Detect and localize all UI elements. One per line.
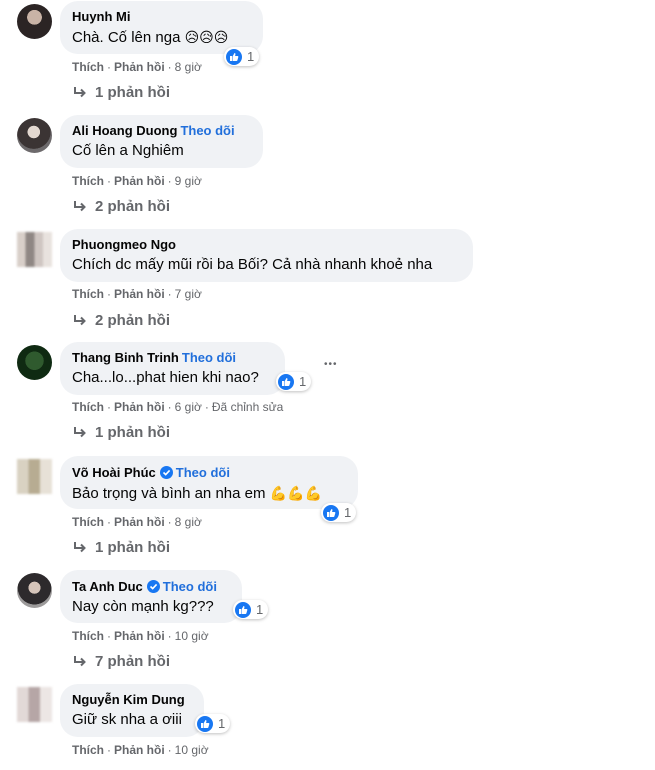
avatar[interactable] (17, 118, 52, 153)
comment-actions: Thích · Phản hồi · 8 giờ (72, 60, 202, 74)
like-icon (323, 504, 339, 521)
timestamp[interactable]: 8 giờ (175, 60, 202, 74)
comment-text: Cố lên a Nghiêm (72, 142, 184, 159)
more-options-icon[interactable]: ••• (324, 359, 338, 370)
like-icon (278, 373, 294, 390)
like-count: 1 (218, 716, 226, 731)
commenter-name[interactable]: Thang Binh Trinh (72, 350, 179, 365)
commenter-name[interactable]: Phuongmeo Ngo (72, 237, 176, 252)
view-replies[interactable]: 1 phản hồi (72, 424, 170, 441)
like-count: 1 (344, 505, 352, 520)
comment-actions: Thích · Phản hồi · 9 giờ (72, 174, 202, 188)
follow-button[interactable]: Theo dõi (180, 123, 234, 138)
edited-label: Đã chỉnh sửa (211, 400, 284, 414)
reply-arrow-icon (74, 200, 86, 211)
like-count: 1 (247, 49, 255, 64)
reaction-count[interactable]: 1 (233, 600, 269, 619)
comment-actions: Thích · Phản hồi · 6 giờ · Đã chỉnh sửa (72, 400, 284, 414)
follow-button[interactable]: Theo dõi (163, 579, 217, 594)
comment-text: Nay còn mạnh kg??? (72, 598, 214, 615)
comment-actions: Thích · Phản hồi · 10 giờ (72, 629, 209, 643)
like-button[interactable]: Thích (72, 629, 104, 643)
comment-bubble: Phuongmeo Ngo Chích dc mấy mũi rồi ba Bố… (60, 229, 473, 282)
comment-actions: Thích · Phản hồi · 8 giờ (72, 515, 202, 529)
reply-button[interactable]: Phản hồi (114, 174, 165, 188)
comment-text: Cha...lo...phat hien khi nao? (72, 369, 259, 386)
timestamp[interactable]: 7 giờ (175, 287, 202, 301)
timestamp[interactable]: 9 giờ (175, 174, 202, 188)
like-button[interactable]: Thích (72, 515, 104, 529)
commenter-name[interactable]: Ali Hoang Duong (72, 123, 177, 138)
replies-count: 1 phản hồi (95, 84, 170, 101)
reaction-count[interactable]: 1 (195, 714, 231, 733)
reply-arrow-icon (74, 314, 86, 325)
timestamp[interactable]: 10 giờ (175, 743, 209, 757)
avatar[interactable] (17, 573, 52, 608)
comment-text: Bảo trọng và bình an nha em (72, 485, 266, 502)
comment-bubble: Nguyễn Kim Dung Giữ sk nha a ơiii (60, 684, 204, 737)
like-count: 1 (256, 602, 264, 617)
commenter-name[interactable]: Võ Hoài Phúc (72, 465, 156, 480)
commenter-name[interactable]: Huynh Mi (72, 9, 131, 24)
reply-button[interactable]: Phản hồi (114, 400, 165, 414)
avatar[interactable] (17, 4, 52, 39)
like-button[interactable]: Thích (72, 174, 104, 188)
follow-button[interactable]: Theo dõi (182, 350, 236, 365)
view-replies[interactable]: 7 phản hồi (72, 653, 170, 670)
comment-actions: Thích · Phản hồi · 7 giờ (72, 287, 202, 301)
replies-count: 2 phản hồi (95, 312, 170, 329)
reaction-count[interactable]: 1 (276, 372, 312, 391)
view-replies[interactable]: 2 phản hồi (72, 198, 170, 215)
like-icon (226, 48, 242, 65)
replies-count: 2 phản hồi (95, 198, 170, 215)
reply-button[interactable]: Phản hồi (114, 287, 165, 301)
replies-count: 1 phản hồi (95, 424, 170, 441)
commenter-name[interactable]: Nguyễn Kim Dung (72, 692, 185, 707)
replies-count: 1 phản hồi (95, 539, 170, 556)
comment-text: Giữ sk nha a ơiii (72, 711, 182, 728)
avatar[interactable] (17, 345, 52, 380)
reply-button[interactable]: Phản hồi (114, 629, 165, 643)
commenter-name[interactable]: Ta Anh Duc (72, 579, 143, 594)
like-button[interactable]: Thích (72, 400, 104, 414)
avatar[interactable] (17, 459, 52, 494)
emoji: 💪💪💪 (269, 485, 322, 501)
like-button[interactable]: Thích (72, 287, 104, 301)
comment-text: Chích dc mấy mũi rồi ba Bối? Cả nhà nhan… (72, 256, 433, 273)
comment-bubble: Ali Hoang Duong Theo dõi Cố lên a Nghiêm (60, 115, 263, 168)
timestamp[interactable]: 6 giờ (175, 400, 202, 414)
reply-button[interactable]: Phản hồi (114, 515, 165, 529)
verified-badge-icon (159, 466, 173, 479)
view-replies[interactable]: 1 phản hồi (72, 84, 170, 101)
emoji: 😥😥😥 (184, 29, 229, 45)
comment-actions: Thích · Phản hồi · 10 giờ (72, 743, 209, 757)
replies-count: 7 phản hồi (95, 653, 170, 670)
view-replies[interactable]: 2 phản hồi (72, 312, 170, 329)
follow-button[interactable]: Theo dõi (176, 465, 230, 480)
timestamp[interactable]: 10 giờ (175, 629, 209, 643)
reaction-count[interactable]: 1 (224, 47, 260, 66)
reply-button[interactable]: Phản hồi (114, 743, 165, 757)
verified-badge-icon (146, 580, 160, 593)
like-count: 1 (299, 374, 307, 389)
reply-arrow-icon (74, 426, 86, 437)
like-button[interactable]: Thích (72, 60, 104, 74)
view-replies[interactable]: 1 phản hồi (72, 539, 170, 556)
comment-bubble: Thang Binh Trinh Theo dõi Cha...lo...phat… (60, 342, 285, 395)
comment-bubble: Võ Hoài Phúc Theo dõi Bảo trọng và bình a… (60, 456, 358, 509)
avatar[interactable] (17, 687, 52, 722)
like-button[interactable]: Thích (72, 743, 104, 757)
reply-arrow-icon (74, 655, 86, 666)
reaction-count[interactable]: 1 (321, 503, 357, 522)
reply-arrow-icon (74, 541, 86, 552)
timestamp[interactable]: 8 giờ (175, 515, 202, 529)
comment-bubble: Ta Anh Duc Theo dõi Nay còn mạnh kg??? (60, 570, 242, 623)
reply-arrow-icon (74, 86, 86, 97)
comment-text: Chà. Cố lên nga (72, 29, 181, 46)
like-icon (235, 601, 251, 618)
avatar[interactable] (17, 232, 52, 267)
like-icon (197, 715, 213, 732)
reply-button[interactable]: Phản hồi (114, 60, 165, 74)
